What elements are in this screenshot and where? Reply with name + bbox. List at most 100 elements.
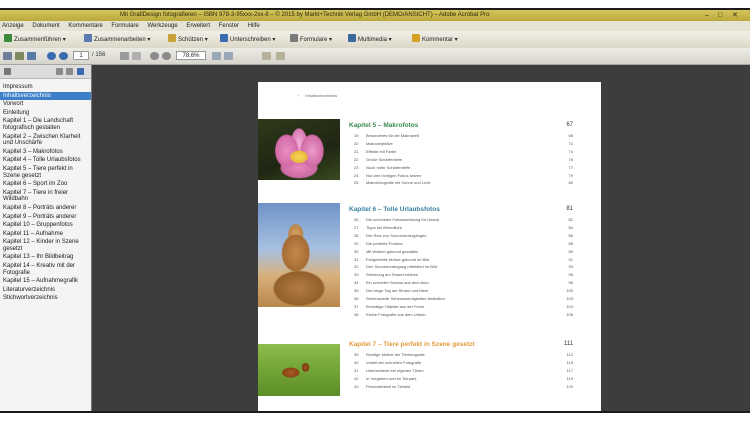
bookmark-item[interactable]: Kapitel 15 – Aufnahmegrafik bbox=[0, 277, 91, 286]
protect-button[interactable]: Schützen ▾ bbox=[166, 34, 210, 45]
bookmark-item[interactable]: Kapitel 7 – Tiere in freier Wildbahn bbox=[0, 189, 91, 204]
toc-entry[interactable]: 31 Freigestellte Motive gekonnt im Bild 91 bbox=[349, 257, 573, 263]
toc-entry[interactable]: 43 Persönlichkeit im Tierbild 120 bbox=[349, 384, 573, 390]
bookmark-item[interactable]: Kapitel 3 – Makrofotos bbox=[0, 148, 91, 157]
toc-entry[interactable]: 33 Stimmung am Strand erleben 95 bbox=[349, 272, 573, 278]
toc-chapter-heading[interactable]: Kapitel 7 – Tiere perfekt in Szene geset… bbox=[349, 341, 573, 348]
toc-entry-page: 119 bbox=[566, 375, 573, 381]
expand-bookmark-icon[interactable] bbox=[77, 68, 84, 75]
toc-entry[interactable]: 39 Richtige Motive der Tierfotografie 112 bbox=[349, 352, 573, 358]
full-screen-icon[interactable] bbox=[276, 52, 285, 60]
new-bookmark-icon[interactable] bbox=[66, 68, 73, 75]
toc-entry[interactable]: 41 Unterschiede bei eigenen Tieren 117 bbox=[349, 368, 573, 374]
toc-entry-page: 80 bbox=[568, 180, 573, 186]
minimize-icon[interactable]: – bbox=[705, 10, 709, 21]
toc-entry[interactable]: 24 Nur den richtigen Fokus setzen 79 bbox=[349, 173, 573, 179]
bookmark-item[interactable]: Inhaltsverzeichnis bbox=[0, 91, 91, 101]
bookmarks-panel-header bbox=[0, 65, 91, 79]
bookmark-item[interactable]: Kapitel 10 – Gruppenfotos bbox=[0, 221, 91, 230]
panel-options-icon[interactable] bbox=[4, 68, 11, 75]
read-mode-icon[interactable] bbox=[262, 52, 271, 60]
bookmark-item[interactable]: Vorwort bbox=[0, 100, 91, 109]
comment-button[interactable]: Kommentar ▾ bbox=[410, 34, 460, 45]
toc-entry[interactable]: 42 In Vorgarten und im Tierpark 119 bbox=[349, 376, 573, 382]
close-icon[interactable]: ✕ bbox=[732, 10, 738, 21]
toc-entry[interactable]: 19 Besonderes für die Makrowelt 68 bbox=[349, 133, 573, 139]
toc-entry[interactable]: 36 Sehenswerte Sehenswürdigkeiten festhal… bbox=[349, 296, 573, 302]
fit-page-icon[interactable] bbox=[212, 52, 221, 60]
bookmark-item[interactable]: Kapitel 12 – Kinder in Szene gesetzt bbox=[0, 238, 91, 253]
page-down-icon[interactable] bbox=[59, 52, 68, 60]
bookmark-item[interactable]: Kapitel 14 – Kreativ mit der Fotografie bbox=[0, 262, 91, 277]
toc-entry[interactable]: 21 Effekte mit Farbe 74 bbox=[349, 149, 573, 155]
toc-entry[interactable]: 25 Makrofotografie mit Sonne und Licht 80 bbox=[349, 180, 573, 186]
lock-icon bbox=[168, 34, 176, 42]
sign-button[interactable]: Unterschreiben ▾ bbox=[218, 34, 277, 45]
menu-formulare[interactable]: Formulare bbox=[111, 23, 138, 29]
maximize-icon[interactable]: □ bbox=[718, 10, 722, 21]
bookmark-item[interactable]: Kapitel 6 – Sport im Zoo bbox=[0, 180, 91, 189]
bookmark-item[interactable]: Kapitel 13 – Ihr Bildbeitrag bbox=[0, 253, 91, 262]
menu-fenster[interactable]: Fenster bbox=[219, 23, 239, 29]
menu-kommentare[interactable]: Kommentare bbox=[68, 23, 102, 29]
toc-entry[interactable]: 20 Makroobjektive 72 bbox=[349, 141, 573, 147]
delete-bookmark-icon[interactable] bbox=[56, 68, 63, 75]
multimedia-button[interactable]: Multimedia ▾ bbox=[346, 34, 394, 45]
bookmark-item[interactable]: Literaturverzeichnis bbox=[0, 286, 91, 295]
bookmark-item[interactable]: Einleitung bbox=[0, 109, 91, 118]
bookmark-item[interactable]: Kapitel 8 – Porträts anderer bbox=[0, 204, 91, 213]
bookmark-item[interactable]: Impressum bbox=[0, 83, 91, 92]
forms-button[interactable]: Formulare ▾ bbox=[288, 34, 334, 45]
bookmark-item[interactable]: Kapitel 9 – Porträts anderer bbox=[0, 213, 91, 222]
document-area[interactable]: ‹ Inhaltsverzeichnis Kapitel 5 – Makrofot… bbox=[92, 65, 750, 411]
email-icon[interactable] bbox=[27, 52, 36, 60]
hand-tool-icon[interactable] bbox=[120, 52, 129, 60]
bookmark-item[interactable]: Kapitel 4 – Tolle Urlaubsfotos bbox=[0, 156, 91, 165]
toc-entry[interactable]: 37 Einmalige Objekte aus der Ferne 104 bbox=[349, 304, 573, 310]
menu-anzeige[interactable]: Anzeige bbox=[2, 23, 24, 29]
toc-entry[interactable]: 27 Tipps bei Abendlicht 84 bbox=[349, 225, 573, 231]
menu-hilfe[interactable]: Hilfe bbox=[248, 23, 260, 29]
toc-entry[interactable]: 40 Vorteil der schnellen Fotografie 115 bbox=[349, 360, 573, 366]
page-number-input[interactable]: 1 bbox=[73, 51, 89, 60]
bookmark-item[interactable]: Kapitel 5 – Tiere perfekt in Szene geset… bbox=[0, 165, 91, 180]
zoom-input[interactable]: 78,6% bbox=[176, 51, 206, 60]
toc-entry-page: 91 bbox=[568, 256, 573, 262]
zoom-out-icon[interactable] bbox=[150, 52, 159, 60]
toc-entry[interactable]: 22 Große Schärfentiefe 76 bbox=[349, 157, 573, 163]
toc-entry[interactable]: 29 Die perfekte Position 88 bbox=[349, 241, 573, 247]
toc-entry-number: 40 bbox=[354, 359, 359, 365]
bookmark-item[interactable]: Kapitel 2 – Zwischen Klarheit und Unschä… bbox=[0, 133, 91, 148]
sphinx-photo bbox=[258, 203, 340, 307]
toc-entry-page: 82 bbox=[568, 217, 573, 222]
toc-entry-title: Richtige Motive der Tierfotografie bbox=[366, 352, 425, 357]
toc-entry-number: 27 bbox=[354, 224, 359, 230]
toc-entry[interactable]: 28 Der Reiz von Sonnenuntergängen 86 bbox=[349, 233, 573, 239]
toc-entry[interactable]: 30 Mit Wolken gekonnt gestalten 89 bbox=[349, 249, 573, 255]
select-tool-icon[interactable] bbox=[132, 52, 141, 60]
fit-width-icon[interactable] bbox=[224, 52, 233, 60]
zoom-in-icon[interactable] bbox=[162, 52, 171, 60]
menu-erweitert[interactable]: Erweitert bbox=[186, 23, 210, 29]
toc-entry[interactable]: 38 Kleine Fotografie aus dem Urlaub 106 bbox=[349, 312, 573, 318]
toc-entry[interactable]: 35 Der lange Tag am Strand und Meer 100 bbox=[349, 288, 573, 294]
page-up-icon[interactable] bbox=[47, 52, 56, 60]
bookmark-item[interactable]: Kapitel 11 – Aufnahme bbox=[0, 230, 91, 239]
toc-entry[interactable]: 34 Ein schneller Schuss aus dem Auto 98 bbox=[349, 280, 573, 286]
toc-entry-page: 76 bbox=[568, 156, 573, 162]
toc-entry[interactable]: 26 Die schönsten Fotoausrüstung für Urlau… bbox=[349, 217, 573, 223]
combine-button[interactable]: Zusammenführen ▾ bbox=[2, 34, 68, 45]
toc-chapter-heading[interactable]: Kapitel 6 – Tolle Urlaubsfotos 81 bbox=[349, 206, 573, 213]
save-icon[interactable] bbox=[3, 52, 12, 60]
toc-entry[interactable]: 32 Den Sonnenuntergang reflektiert im Bil… bbox=[349, 264, 573, 270]
bookmark-item[interactable]: Kapitel 1 – Die Landschaft fotografisch … bbox=[0, 117, 91, 132]
toc-chapter-heading[interactable]: Kapitel 5 – Makrofotos 67 bbox=[349, 122, 573, 129]
print-icon[interactable] bbox=[15, 52, 24, 60]
toc-entry[interactable]: 23 Noch mehr Schärfentiefe 77 bbox=[349, 165, 573, 171]
menu-werkzeuge[interactable]: Werkzeuge bbox=[147, 23, 177, 29]
bookmark-list: Impressum Inhaltsverzeichnis Vorwort Einlei… bbox=[0, 79, 91, 303]
collaborate-button[interactable]: Zusammenarbeiten ▾ bbox=[82, 34, 152, 45]
bookmark-item[interactable]: Stichwortverzeichnis bbox=[0, 294, 91, 303]
toc-entry-number: 25 bbox=[354, 180, 359, 186]
menu-dokument[interactable]: Dokument bbox=[32, 23, 59, 29]
